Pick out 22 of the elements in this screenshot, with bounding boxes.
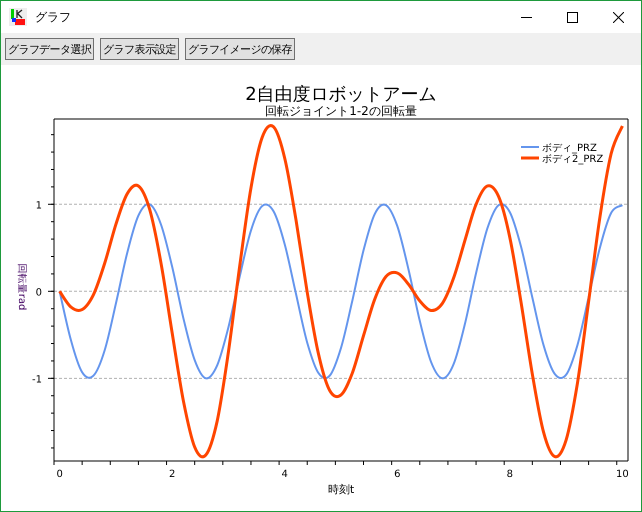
x-axis-label: 時刻t	[328, 483, 354, 496]
toolbar-button[interactable]: グラフ表示設定	[100, 38, 180, 60]
chart-subtitle: 回転ジョイント1-2の回転量	[265, 104, 417, 118]
maximize-icon	[566, 12, 578, 22]
y-tick-label: 1	[36, 200, 42, 212]
x-tick-label: 2	[169, 469, 176, 480]
x-tick-label: 6	[394, 469, 400, 480]
y-tick-label: -1	[32, 374, 42, 386]
app-icon	[9, 8, 27, 26]
x-tick-label: 0	[56, 469, 63, 480]
toolbar-button[interactable]: グラフイメージの保存	[185, 38, 296, 60]
toolbar-button[interactable]: グラフデータ選択	[5, 38, 94, 60]
close-icon	[612, 12, 624, 22]
y-tick-label: 0	[36, 287, 42, 298]
x-tick-label: 4	[282, 469, 288, 480]
chart-title: 2自由度ロボットアーム	[245, 84, 437, 105]
y-axis-label: 回転量rad	[16, 264, 27, 310]
x-tick-label: 8	[506, 469, 513, 480]
x-tick-label: 10	[616, 469, 629, 480]
window-title: グラフ	[35, 8, 71, 26]
legend-label: ボディ_PRZ	[542, 143, 597, 154]
legend-label: ボディ2_PRZ	[542, 154, 604, 165]
